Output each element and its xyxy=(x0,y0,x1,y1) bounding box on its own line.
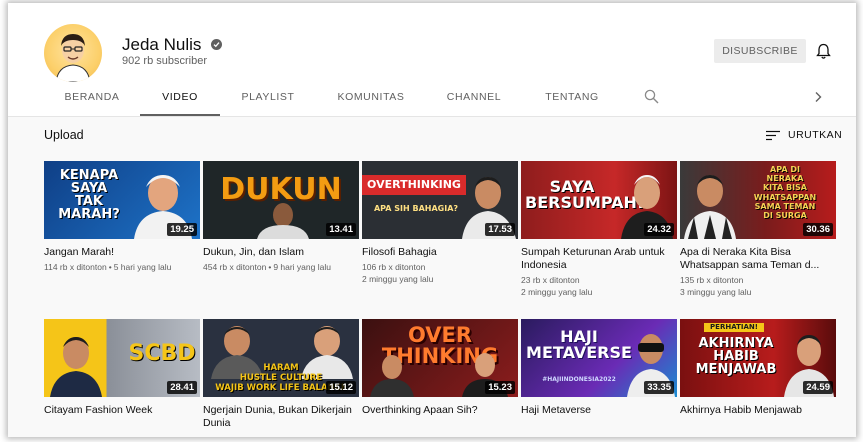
view-count: 454 rb x ditonton xyxy=(203,262,267,272)
video-duration: 15.23 xyxy=(485,381,515,394)
video-thumbnail[interactable]: SCBD 28.41 xyxy=(44,319,200,397)
video-duration: 24.32 xyxy=(644,223,674,236)
video-thumbnail[interactable]: OVER THINKING 15.23 xyxy=(362,319,518,397)
video-title[interactable]: Sumpah Keturunan Arab untuk Indonesia xyxy=(521,246,677,272)
tab-komunitas[interactable]: KOMUNITAS xyxy=(326,86,416,116)
channel-tabs: BERANDA VIDEO PLAYLIST KOMUNITAS CHANNEL… xyxy=(8,86,856,116)
video-duration: 30.36 xyxy=(803,223,833,236)
upload-age: 3 minggu yang lalu xyxy=(680,287,752,297)
video-title[interactable]: Filosofi Bahagia xyxy=(362,246,518,259)
video-title[interactable]: Jangan Marah! xyxy=(44,246,200,259)
unsubscribe-button[interactable]: DISUBSCRIBE xyxy=(714,39,806,63)
person-illustration xyxy=(370,355,414,397)
thumbnail-caption: HAJI METAVERSE xyxy=(526,327,632,362)
video-duration: 13.41 xyxy=(326,223,356,236)
subscriber-count: 902 rb subscriber xyxy=(122,55,207,67)
video-title[interactable]: Citayam Fashion Week xyxy=(44,404,200,417)
video-duration: 28.41 xyxy=(167,381,197,394)
video-card[interactable]: APA DI NERAKA KITA BISA WHATSAPPAN SAMA … xyxy=(680,161,836,298)
verified-check-icon xyxy=(211,39,222,50)
video-card[interactable]: HAJI METAVERSE #HAJIINDONESIA2022 33.35 … xyxy=(521,319,677,417)
tab-channel[interactable]: CHANNEL xyxy=(436,86,512,116)
upload-age: 2 minggu yang lalu xyxy=(362,274,434,284)
chevron-right-icon[interactable] xyxy=(813,91,823,103)
search-icon[interactable] xyxy=(644,89,659,104)
upload-age: 9 hari yang lalu xyxy=(273,262,331,272)
sort-icon[interactable] xyxy=(766,130,780,141)
person-illustration xyxy=(684,175,736,239)
video-thumbnail[interactable]: PERHATIAN! AKHIRNYA HABIB MENJAWAB 24.59 xyxy=(680,319,836,397)
thumbnail-caption: SAYA BERSUMPAH! xyxy=(525,177,645,212)
tab-video[interactable]: VIDEO xyxy=(140,86,220,116)
video-duration: 24.59 xyxy=(803,381,833,394)
upload-age: 2 minggu yang lalu xyxy=(521,287,593,297)
youtube-channel-window: Jeda Nulis 902 rb subscriber DISUBSCRIBE… xyxy=(8,3,856,437)
video-thumbnail[interactable]: HARAM HUSTLE CULTURE WAJIB WORK LIFE BAL… xyxy=(203,319,359,397)
video-thumbnail[interactable]: OVERTHINKING APA SIH BAHAGIA? 17.53 xyxy=(362,161,518,239)
video-thumbnail[interactable]: SAYA BERSUMPAH! 24.32 xyxy=(521,161,677,239)
thumbnail-caption: KENAPA SAYA TAK MARAH? xyxy=(58,168,120,222)
tab-tentang[interactable]: TENTANG xyxy=(530,86,614,116)
thumbnail-subcaption: APA SIH BAHAGIA? xyxy=(373,204,459,213)
video-duration: 19.25 xyxy=(167,223,197,236)
video-title[interactable]: Akhirnya Habib Menjawab xyxy=(680,404,836,417)
thumbnail-subcaption: #HAJIINDONESIA2022 xyxy=(542,376,616,383)
upload-age: 5 hari yang lalu xyxy=(113,262,172,272)
video-meta: 135 rb x ditonton 3 minggu yang lalu xyxy=(680,274,836,298)
video-thumbnail[interactable]: APA DI NERAKA KITA BISA WHATSAPPAN SAMA … xyxy=(680,161,836,239)
video-title[interactable]: Haji Metaverse xyxy=(521,404,677,417)
video-thumbnail[interactable]: HAJI METAVERSE #HAJIINDONESIA2022 33.35 xyxy=(521,319,677,397)
channel-avatar[interactable] xyxy=(44,24,102,82)
video-thumbnail[interactable]: DUKUN 13.41 xyxy=(203,161,359,239)
notification-bell-icon[interactable] xyxy=(816,43,831,60)
video-meta: 454 rb x ditonton • 9 hari yang lalu xyxy=(203,262,331,272)
view-count: 106 rb x ditonton xyxy=(362,262,426,272)
channel-header: Jeda Nulis 902 rb subscriber DISUBSCRIBE… xyxy=(8,3,856,117)
video-card[interactable]: OVERTHINKING APA SIH BAHAGIA? 17.53 Filo… xyxy=(362,161,518,285)
view-count: 135 rb x ditonton xyxy=(680,275,744,285)
header-divider xyxy=(8,116,856,117)
video-title[interactable]: Dukun, Jin, dan Islam xyxy=(203,246,359,259)
video-duration: 15.12 xyxy=(326,381,356,394)
video-card[interactable]: HARAM HUSTLE CULTURE WAJIB WORK LIFE BAL… xyxy=(203,319,359,430)
video-thumbnail[interactable]: KENAPA SAYA TAK MARAH? 19.25 xyxy=(44,161,200,239)
thumbnail-subcaption: PERHATIAN! xyxy=(704,323,764,332)
video-card[interactable]: SCBD 28.41 Citayam Fashion Week xyxy=(44,319,200,417)
video-meta: 114 rb x ditonton • 5 hari yang lalu xyxy=(44,262,172,272)
view-count: 114 rb x ditonton xyxy=(44,262,107,272)
video-meta: 106 rb x ditonton 2 minggu yang lalu xyxy=(362,261,518,285)
video-duration: 33.35 xyxy=(644,381,674,394)
person-illustration xyxy=(50,337,102,397)
video-meta: 23 rb x ditonton 2 minggu yang lalu xyxy=(521,274,677,298)
video-card[interactable]: PERHATIAN! AKHIRNYA HABIB MENJAWAB 24.59… xyxy=(680,319,836,417)
video-title[interactable]: Overthinking Apaan Sih? xyxy=(362,404,518,417)
video-title[interactable]: Ngerjain Dunia, Bukan Dikerjain Dunia xyxy=(203,404,359,430)
person-illustration xyxy=(257,203,309,239)
section-title: Upload xyxy=(44,128,84,142)
view-count: 23 rb x ditonton xyxy=(521,275,580,285)
thumbnail-caption: AKHIRNYA HABIB MENJAWAB xyxy=(695,336,777,377)
tab-beranda[interactable]: BERANDA xyxy=(44,86,140,116)
thumbnail-caption: OVERTHINKING xyxy=(367,178,461,191)
sort-button[interactable]: URUTKAN xyxy=(788,129,842,141)
video-duration: 17.53 xyxy=(485,223,515,236)
channel-name: Jeda Nulis xyxy=(122,35,202,54)
thumbnail-caption: SCBD xyxy=(128,341,196,366)
video-card[interactable]: OVER THINKING 15.23 Overthinking Apaan S… xyxy=(362,319,518,417)
video-card[interactable]: KENAPA SAYA TAK MARAH? 19.25 Jangan Mara… xyxy=(44,161,200,273)
thumbnail-caption: APA DI NERAKA KITA BISA WHATSAPPAN SAMA … xyxy=(753,165,817,220)
video-card[interactable]: SAYA BERSUMPAH! 24.32 Sumpah Keturunan A… xyxy=(521,161,677,298)
video-title[interactable]: Apa di Neraka Kita Bisa Whatsappan sama … xyxy=(680,246,836,272)
video-card[interactable]: DUKUN 13.41 Dukun, Jin, dan Islam 454 rb… xyxy=(203,161,359,273)
tab-playlist[interactable]: PLAYLIST xyxy=(220,86,316,116)
